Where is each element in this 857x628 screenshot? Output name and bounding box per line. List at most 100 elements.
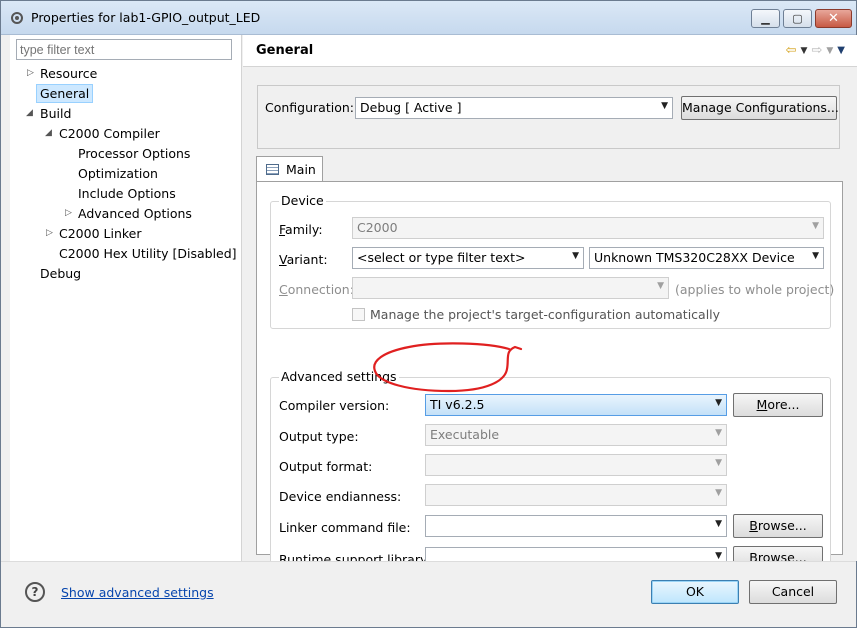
family-label: Family: (279, 222, 323, 237)
view-menu-icon[interactable]: ▼ (837, 43, 845, 59)
history-nav: ⇦ ▼ ⇨ ▼ ▼ (786, 43, 845, 59)
variant-label: Variant: (279, 252, 328, 267)
ok-button[interactable]: OK (651, 580, 739, 604)
device-group: Device Family: C2000 ▼ Variant: <select … (270, 193, 835, 329)
tree-label: Debug (40, 266, 82, 281)
maximize-icon: ▢ (792, 12, 803, 25)
device-endianness-select[interactable]: ▼ (425, 484, 727, 506)
output-type-select[interactable]: Executable ▼ (425, 424, 727, 446)
expand-arrow-icon[interactable]: ▷ (27, 64, 34, 83)
family-value: C2000 (357, 220, 398, 235)
tab-main[interactable]: Main (256, 156, 323, 182)
dropdown-arrow-icon: ▼ (661, 101, 668, 111)
manage-target-config-label: Manage the project's target-configuratio… (370, 307, 721, 322)
output-format-select[interactable]: ▼ (425, 454, 727, 476)
close-button[interactable]: ✕ (815, 9, 852, 28)
tree-item-resource[interactable]: ▷ Resource (10, 64, 240, 83)
tree-item-advanced-options[interactable]: ▷ Advanced Options (10, 204, 240, 223)
tree-label: Resource (40, 66, 98, 81)
linker-command-file-combo[interactable]: ▼ (425, 515, 727, 537)
advanced-settings-title: Advanced settings (279, 369, 399, 384)
family-select[interactable]: C2000 ▼ (352, 217, 824, 239)
dropdown-arrow-icon: ▼ (715, 398, 722, 408)
minimize-button[interactable]: ▁ (751, 9, 780, 28)
tree-item-optimization[interactable]: Optimization (10, 164, 240, 183)
page-header: General ⇦ ▼ ⇨ ▼ ▼ (243, 35, 857, 67)
dropdown-arrow-icon: ▼ (715, 428, 722, 438)
category-tree-pane: ▷ Resource General ◢ Build ◢ C2000 Compi… (10, 35, 242, 561)
tree-label: Optimization (78, 166, 158, 181)
output-type-value: Executable (430, 427, 500, 442)
tree-label: C2000 Compiler (59, 126, 160, 141)
connection-select[interactable]: ▼ (352, 277, 669, 299)
dropdown-arrow-icon: ▼ (715, 519, 722, 529)
dropdown-arrow-icon: ▼ (715, 488, 722, 498)
tree-label: Build (40, 106, 72, 121)
device-endianness-label: Device endianness: (279, 489, 402, 504)
connection-label: Connection: (279, 282, 354, 297)
tree-item-c2000-linker[interactable]: ▷ C2000 Linker (10, 224, 240, 243)
minimize-icon: ▁ (761, 12, 770, 25)
tree-label: Advanced Options (78, 206, 192, 221)
variant-select[interactable]: Unknown TMS320C28XX Device ▼ (589, 247, 824, 269)
tree-label: Processor Options (78, 146, 191, 161)
tree-item-c2000-hex-utility[interactable]: C2000 Hex Utility [Disabled] (10, 244, 240, 263)
variant-value: Unknown TMS320C28XX Device (594, 250, 795, 265)
forward-dropdown-icon[interactable]: ▼ (826, 43, 833, 59)
dropdown-arrow-icon: ▼ (812, 251, 819, 261)
tree-label: Include Options (78, 186, 176, 201)
more-button[interactable]: More... (733, 393, 823, 417)
app-icon (11, 12, 23, 24)
tree-label: C2000 Linker (59, 226, 142, 241)
maximize-button[interactable]: ▢ (783, 9, 812, 28)
configuration-select[interactable]: Debug [ Active ] ▼ (355, 97, 673, 119)
properties-dialog: Properties for lab1-GPIO_output_LED ▁ ▢ … (0, 0, 857, 628)
tree-label: C2000 Hex Utility [Disabled] (59, 246, 237, 261)
dialog-footer: ? Show advanced settings OK Cancel (1, 561, 856, 627)
manage-configurations-button[interactable]: Manage Configurations... (681, 96, 839, 120)
advanced-settings-group: Advanced settings Compiler version: TI v… (270, 369, 831, 579)
tree-item-build[interactable]: ◢ Build (10, 104, 240, 123)
window-title: Properties for lab1-GPIO_output_LED (31, 10, 261, 25)
close-icon: ✕ (828, 11, 839, 26)
compiler-version-value: TI v6.2.5 (430, 397, 485, 412)
linker-browse-button[interactable]: Browse... (733, 514, 823, 538)
properties-page: General ⇦ ▼ ⇨ ▼ ▼ Configuration: Debug [… (243, 35, 857, 579)
filter-input[interactable] (16, 39, 232, 60)
output-format-label: Output format: (279, 459, 373, 474)
tree-label: General (36, 84, 94, 103)
expand-arrow-icon[interactable]: ▷ (65, 204, 72, 223)
variant-filter-combo[interactable]: <select or type filter text> ▼ (352, 247, 584, 269)
collapse-arrow-icon[interactable]: ◢ (45, 124, 52, 143)
tree-item-debug[interactable]: Debug (10, 264, 240, 283)
tree-item-c2000-compiler[interactable]: ◢ C2000 Compiler (10, 124, 240, 143)
dropdown-arrow-icon: ▼ (572, 251, 579, 261)
output-type-label: Output type: (279, 429, 359, 444)
tree-item-general[interactable]: General (10, 84, 240, 103)
configuration-box: Configuration: Debug [ Active ] ▼ Manage… (257, 85, 840, 149)
dropdown-arrow-icon: ▼ (812, 221, 819, 231)
show-advanced-settings-link[interactable]: Show advanced settings (61, 585, 214, 600)
help-icon[interactable]: ? (25, 582, 45, 602)
collapse-arrow-icon[interactable]: ◢ (26, 104, 33, 123)
main-tab-panel: Device Family: C2000 ▼ Variant: <select … (256, 181, 843, 579)
dropdown-arrow-icon: ▼ (715, 458, 722, 468)
tab-label: Main (286, 162, 316, 177)
tree-item-processor-options[interactable]: Processor Options (10, 144, 240, 163)
dropdown-arrow-icon: ▼ (657, 281, 664, 291)
page-title: General (256, 43, 314, 58)
back-arrow-icon[interactable]: ⇦ (786, 43, 797, 59)
connection-note: (applies to whole project) (675, 282, 835, 297)
configuration-value: Debug [ Active ] (360, 100, 462, 115)
expand-arrow-icon[interactable]: ▷ (46, 224, 53, 243)
manage-target-config-checkbox[interactable] (352, 308, 365, 321)
cancel-button[interactable]: Cancel (749, 580, 837, 604)
configuration-label: Configuration: (265, 100, 354, 115)
device-group-title: Device (279, 193, 326, 208)
back-dropdown-icon[interactable]: ▼ (801, 43, 808, 59)
tree-item-include-options[interactable]: Include Options (10, 184, 240, 203)
dropdown-arrow-icon: ▼ (715, 551, 722, 561)
forward-arrow-icon[interactable]: ⇨ (811, 43, 822, 59)
main-tab-icon (266, 164, 279, 175)
compiler-version-select[interactable]: TI v6.2.5 ▼ (425, 394, 727, 416)
